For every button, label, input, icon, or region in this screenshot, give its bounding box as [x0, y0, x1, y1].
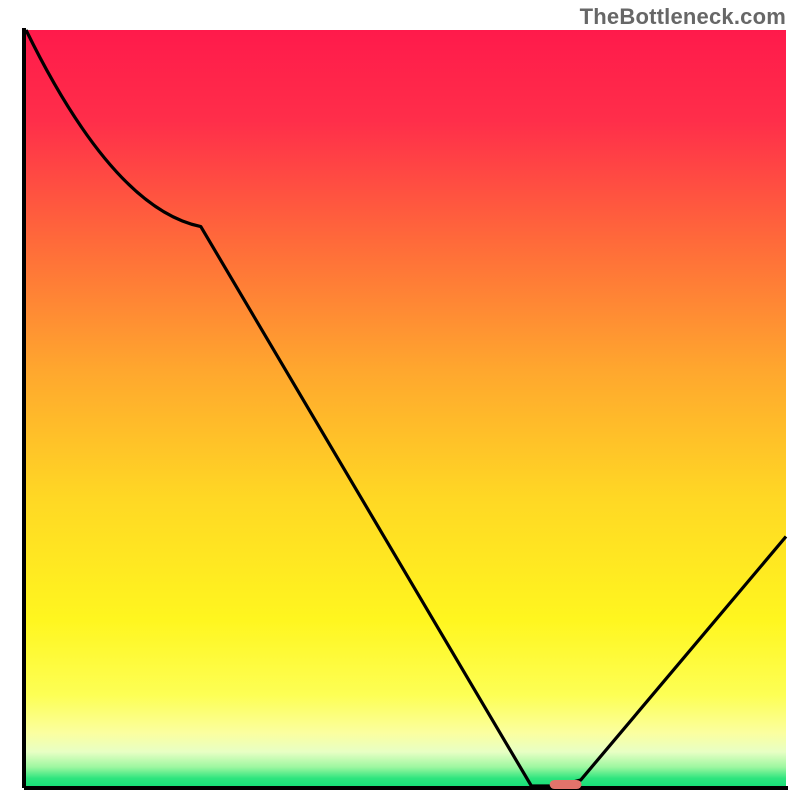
chart-container: TheBottleneck.com: [0, 0, 800, 800]
bottleneck-chart: [0, 0, 800, 800]
optimum-marker: [550, 780, 582, 789]
